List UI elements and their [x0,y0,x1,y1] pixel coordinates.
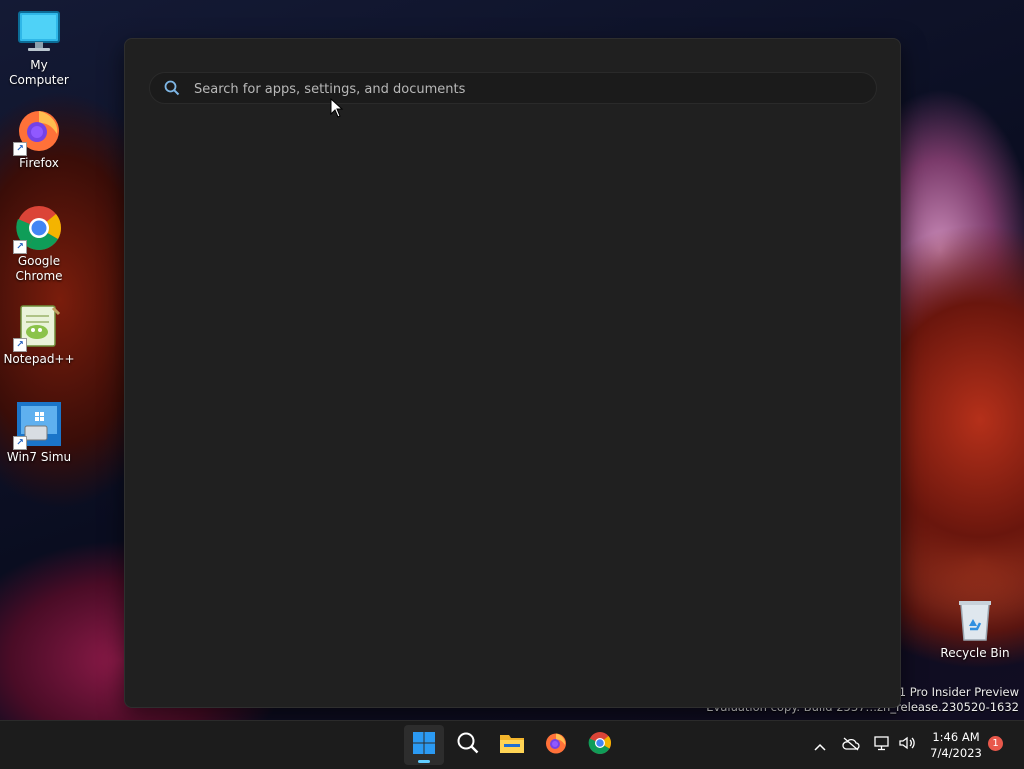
chrome-icon: ↗ [13,204,63,254]
shortcut-arrow-icon: ↗ [13,338,27,352]
shortcut-arrow-icon: ↗ [13,142,27,156]
chrome-icon [588,731,612,759]
desktop-icon-notepadpp[interactable]: ↗ Notepad++ [1,302,77,367]
speaker-icon [898,735,916,755]
file-explorer-icon [499,731,525,759]
desktop-icon-label: Recycle Bin [940,646,1010,660]
taskbar: 1:46 AM 7/4/2023 [0,720,1024,769]
network-tray-button[interactable] [872,735,892,755]
taskbar-file-explorer-button[interactable] [492,725,532,765]
desktop-icon-my-computer[interactable]: My Computer [1,8,77,88]
taskbar-search-button[interactable] [448,725,488,765]
search-panel [124,38,901,708]
cloud-offline-icon [842,736,860,755]
desktop-icon-win7-simu[interactable]: ↗ Win7 Simu [1,400,77,465]
search-box[interactable] [149,72,877,105]
taskbar-clock[interactable]: 1:46 AM 7/4/2023 [925,729,987,761]
desktop-icon-label: Notepad++ [3,352,75,366]
recycle-bin-icon [951,596,999,644]
taskbar-firefox-button[interactable] [536,725,576,765]
desktop-icon-label: Win7 Simu [6,450,72,464]
search-icon [456,731,480,759]
taskbar-chrome-button[interactable] [580,725,620,765]
volume-tray-button[interactable] [897,735,917,755]
firefox-icon: ↗ [13,106,63,156]
notepadpp-icon: ↗ [13,302,63,352]
desktop-icon-label: Google Chrome [15,254,63,283]
chevron-up-icon [814,736,826,755]
monitor-icon [15,8,63,56]
show-hidden-icons-button[interactable] [810,735,830,755]
win7-simu-icon: ↗ [13,400,63,450]
start-icon [412,731,436,759]
shortcut-arrow-icon: ↗ [13,240,27,254]
notification-badge[interactable]: 1 [988,736,1003,751]
desktop-icon-google-chrome[interactable]: ↗ Google Chrome [1,204,77,284]
desktop-icon-firefox[interactable]: ↗ Firefox [1,106,77,171]
network-icon [873,735,891,755]
search-input[interactable] [192,73,856,105]
clock-time: 1:46 AM [932,730,980,744]
search-icon [164,80,180,96]
desktop-icon-label: My Computer [9,58,69,87]
start-button[interactable] [404,725,444,765]
clock-date: 7/4/2023 [930,746,982,760]
firefox-icon [544,731,568,759]
onedrive-tray-button[interactable] [841,735,861,755]
desktop-icon-recycle-bin[interactable]: Recycle Bin [937,596,1013,661]
shortcut-arrow-icon: ↗ [13,436,27,450]
desktop-icon-label: Firefox [19,156,59,170]
